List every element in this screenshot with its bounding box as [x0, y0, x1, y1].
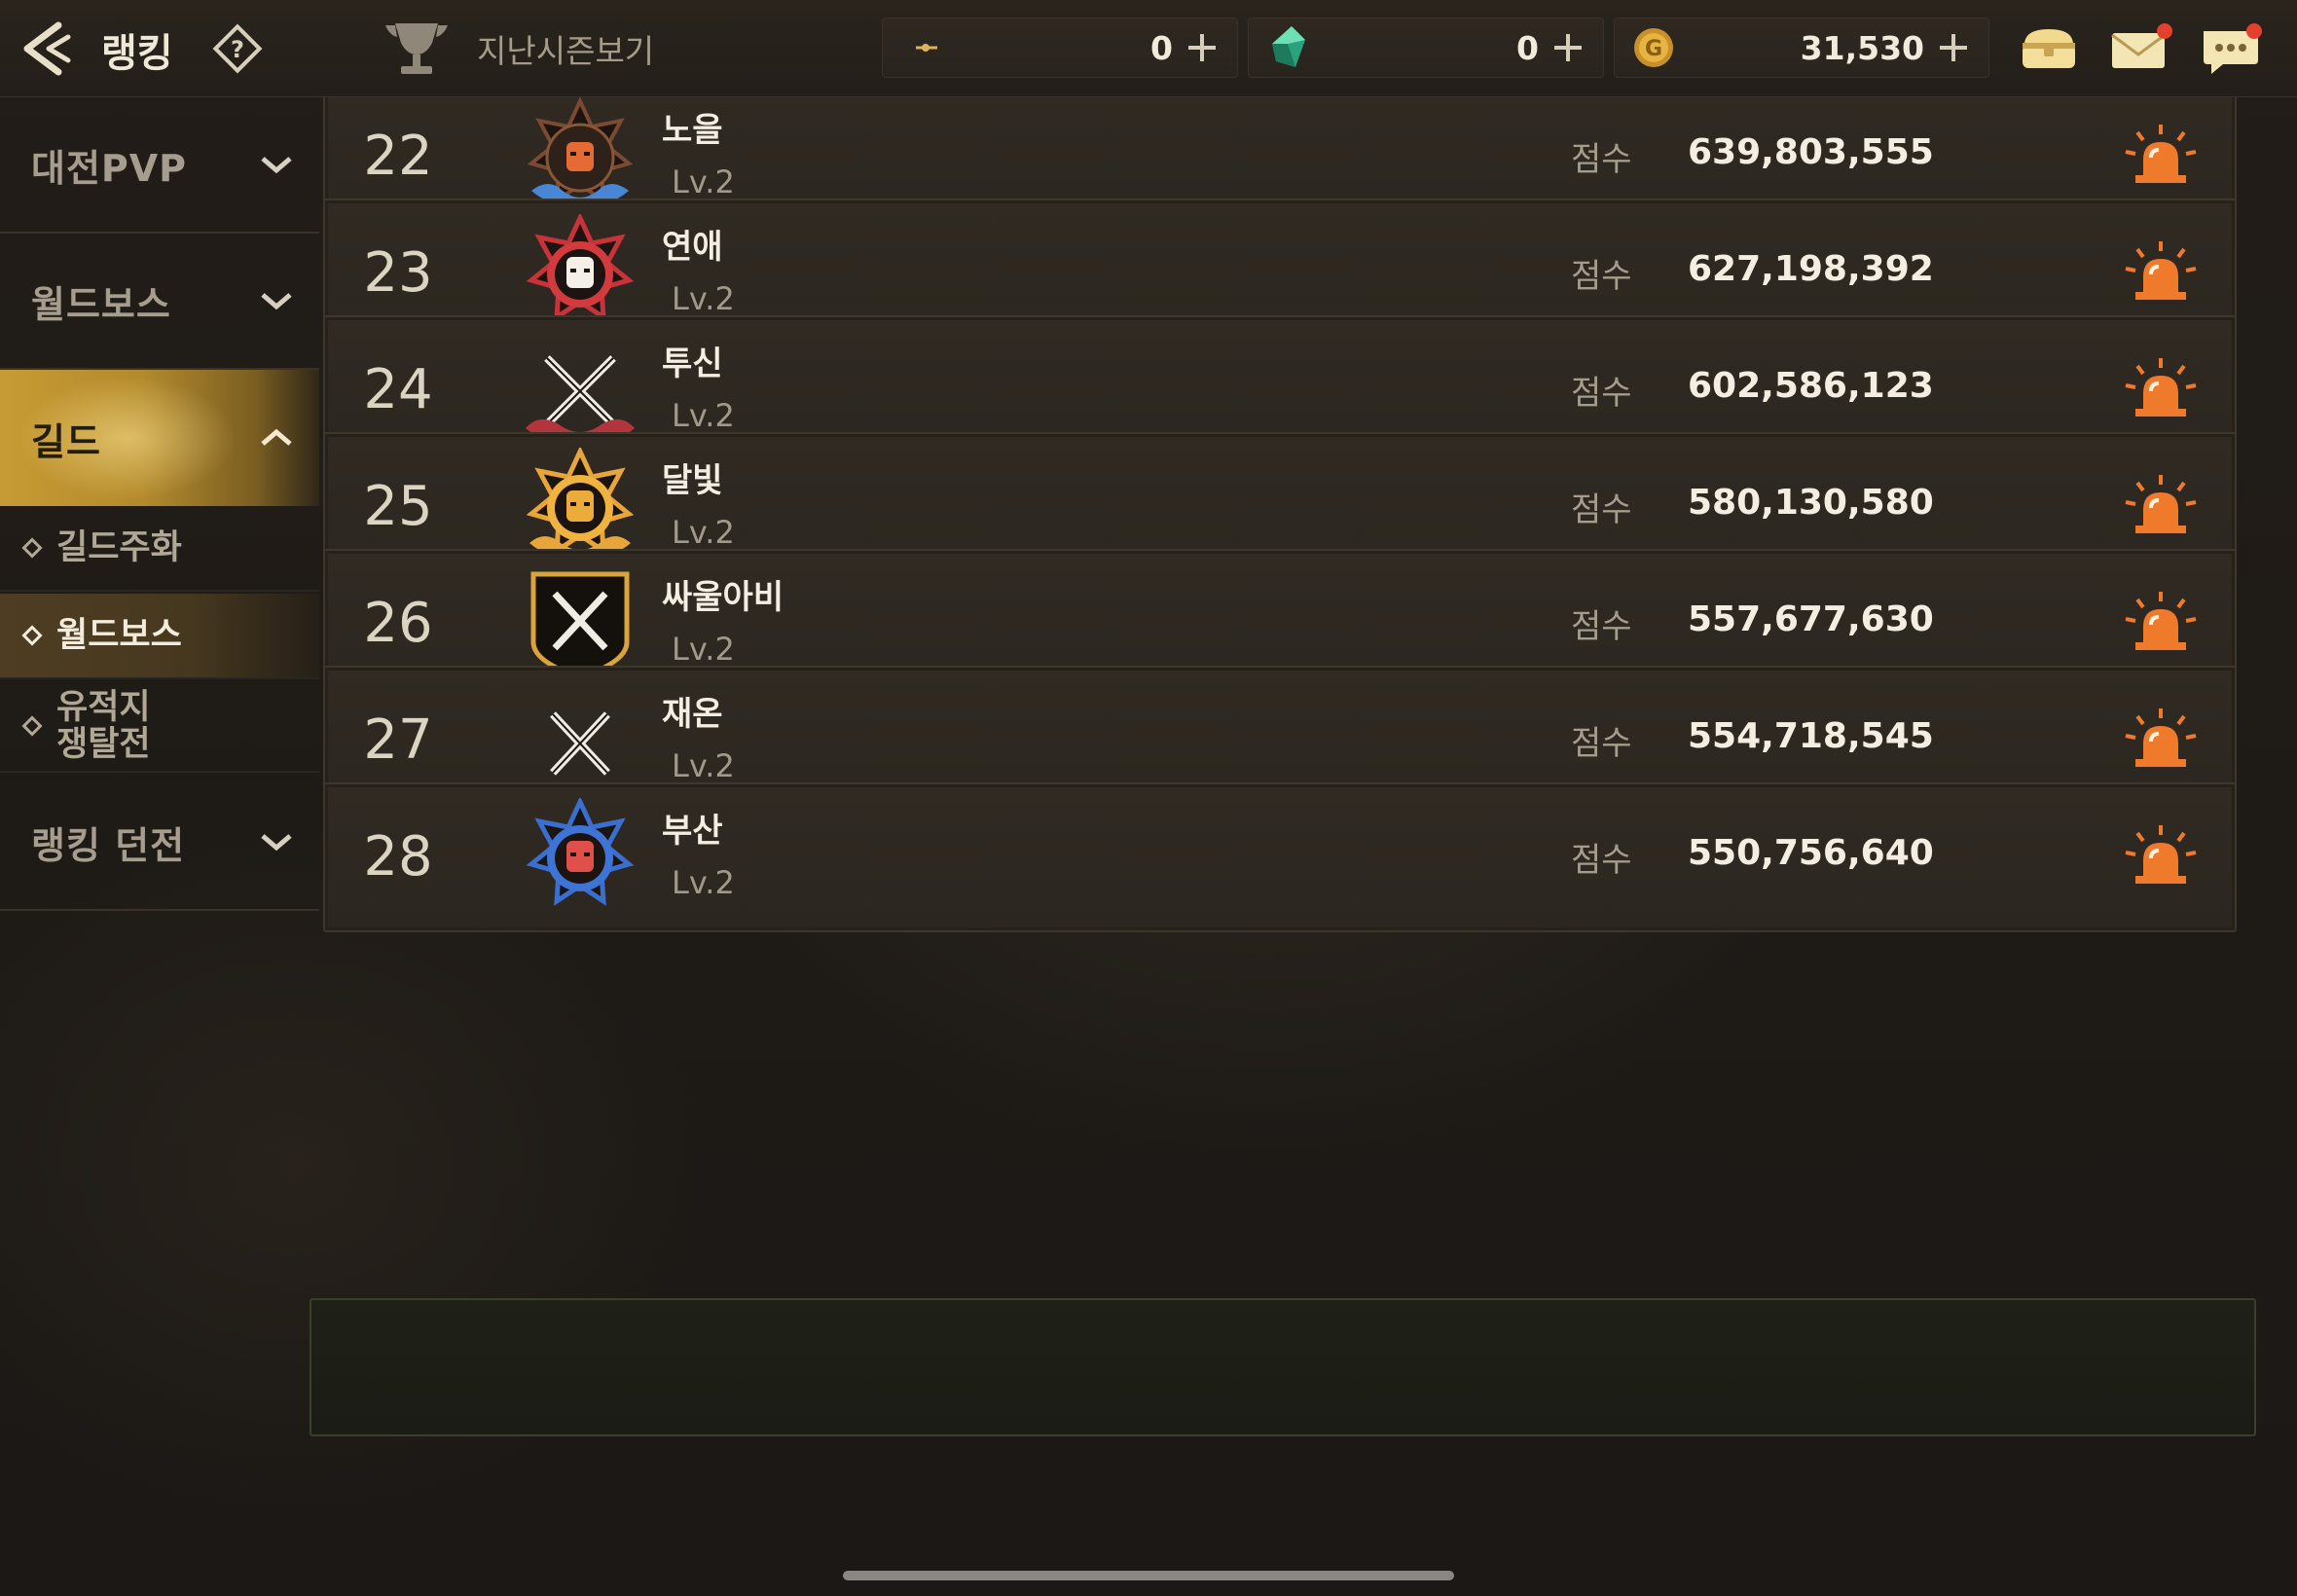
back-arrow-icon	[23, 21, 71, 76]
guild-level: Lv.2	[672, 280, 735, 317]
score-value: 580,130,580	[1688, 483, 1934, 523]
score-label: 점수	[1571, 257, 1632, 296]
diamond-bullet-icon	[21, 715, 43, 737]
chevron-down-icon	[261, 157, 292, 174]
guild-name: 달빛	[662, 461, 723, 500]
ranking-list[interactable]: 22 노을 Lv.2 점수 639,803,555 23 연애 Lv.2 점수 …	[321, 97, 2268, 1283]
guild-level: Lv.2	[672, 631, 735, 668]
guild-level: Lv.2	[672, 514, 735, 551]
add-currency-button[interactable]	[1181, 26, 1223, 69]
siren-report-icon[interactable]	[2124, 471, 2198, 539]
siren-report-icon[interactable]	[2124, 354, 2198, 422]
chevron-up-icon	[261, 428, 292, 446]
sidebar-subitem-label: 유적지 쟁탈전	[56, 688, 151, 764]
chest-button[interactable]	[2017, 19, 2081, 78]
sidebar-subitem-ruins-battle[interactable]: 유적지 쟁탈전	[0, 681, 319, 773]
svg-text:?: ?	[231, 36, 244, 63]
my-guild-rank-panel	[310, 1298, 2256, 1436]
guild-level: Lv.2	[672, 747, 735, 784]
trophy-icon	[385, 23, 448, 74]
score-label: 점수	[1571, 374, 1632, 413]
green-crystal-icon	[1272, 26, 1305, 67]
siren-report-icon[interactable]	[2124, 821, 2198, 889]
score-label: 점수	[1571, 490, 1632, 529]
gold-coin-icon: G	[1634, 28, 1673, 67]
guild-level: Lv.2	[672, 163, 735, 200]
sidebar-subitem-guild-coin[interactable]: 길드주화	[0, 506, 319, 592]
score-value: 602,586,123	[1688, 366, 1934, 406]
score-label: 점수	[1571, 841, 1632, 880]
add-currency-button[interactable]	[1932, 26, 1975, 69]
chevron-down-icon	[261, 293, 292, 310]
guild-name: 재온	[662, 695, 723, 734]
guild-name: 부산	[662, 812, 723, 851]
score-value: 550,756,640	[1688, 833, 1934, 873]
help-button[interactable]: ?	[210, 21, 265, 76]
guild-name: 투신	[662, 345, 723, 383]
mail-button[interactable]	[2106, 19, 2172, 78]
siren-report-icon[interactable]	[2124, 121, 2198, 189]
page-title: 랭킹	[101, 31, 173, 76]
top-bar: 랭킹 ? 지난시즌보기 0 0 G 31,530	[0, 0, 2297, 97]
guild-level: Lv.2	[672, 397, 735, 434]
sidebar-item-world-boss[interactable]: 월드보스	[0, 234, 319, 370]
guild-name: 싸울아비	[662, 578, 784, 617]
currency-amount: 31,530	[1800, 28, 1924, 67]
guild-name: 노을	[662, 111, 723, 150]
svg-text:G: G	[1645, 37, 1662, 61]
score-label: 점수	[1571, 607, 1632, 646]
sidebar-item-pvp[interactable]: 대전PVP	[0, 97, 319, 234]
chat-button[interactable]	[2198, 19, 2262, 78]
score-value: 557,677,630	[1688, 599, 1934, 639]
guild-name: 연애	[662, 228, 723, 267]
chest-icon	[2023, 29, 2075, 68]
score-label: 점수	[1571, 140, 1632, 179]
diamond-bullet-icon	[21, 537, 43, 559]
siren-report-icon[interactable]	[2124, 588, 2198, 656]
sidebar-subitem-world-boss[interactable]: 월드보스	[0, 594, 319, 679]
chevron-down-icon	[261, 834, 292, 852]
sidebar-item-ranking-dungeon[interactable]: 랭킹 던전	[0, 775, 319, 911]
sidebar: 대전PVP 월드보스 길드 길드주화 월드보스 유적지 쟁탈전 랭킹 던전	[0, 97, 321, 1596]
last-season-button[interactable]: 지난시즌보기	[382, 14, 790, 84]
currency-crescent: 0	[882, 18, 1238, 78]
add-currency-button[interactable]	[1547, 26, 1589, 69]
back-button[interactable]	[14, 14, 82, 82]
siren-report-icon[interactable]	[2124, 237, 2198, 306]
rank-number: 28	[363, 825, 433, 889]
notification-dot	[2246, 23, 2262, 39]
ranking-row[interactable]: 28 부산 Lv.2 점수 550,756,640	[323, 782, 2237, 932]
sidebar-item-label: 월드보스	[31, 282, 171, 326]
score-label: 점수	[1571, 724, 1632, 763]
score-value: 627,198,392	[1688, 249, 1934, 289]
home-indicator[interactable]	[843, 1571, 1454, 1580]
currency-gold: G 31,530	[1614, 18, 1989, 78]
notification-dot	[2157, 23, 2172, 39]
last-season-label: 지난시즌보기	[477, 32, 655, 70]
siren-report-icon[interactable]	[2124, 705, 2198, 773]
currency-crystal: 0	[1248, 18, 1604, 78]
sidebar-item-label: 대전PVP	[31, 146, 188, 190]
guild-level: Lv.2	[672, 864, 735, 901]
sidebar-item-label: 길드	[31, 419, 101, 463]
sidebar-item-label: 랭킹 던전	[31, 823, 186, 867]
currency-amount: 0	[1516, 28, 1539, 67]
score-value: 639,803,555	[1688, 132, 1934, 172]
sidebar-subitem-label: 길드주화	[56, 528, 182, 567]
guild-emblem-icon	[526, 798, 635, 906]
score-value: 554,718,545	[1688, 716, 1934, 756]
currency-amount: 0	[1150, 28, 1173, 67]
sidebar-subitem-label: 월드보스	[56, 616, 182, 655]
help-icon: ?	[212, 23, 263, 74]
diamond-bullet-icon	[21, 625, 43, 646]
sidebar-item-guild[interactable]: 길드	[0, 370, 319, 506]
crescent-token-icon	[912, 30, 937, 65]
